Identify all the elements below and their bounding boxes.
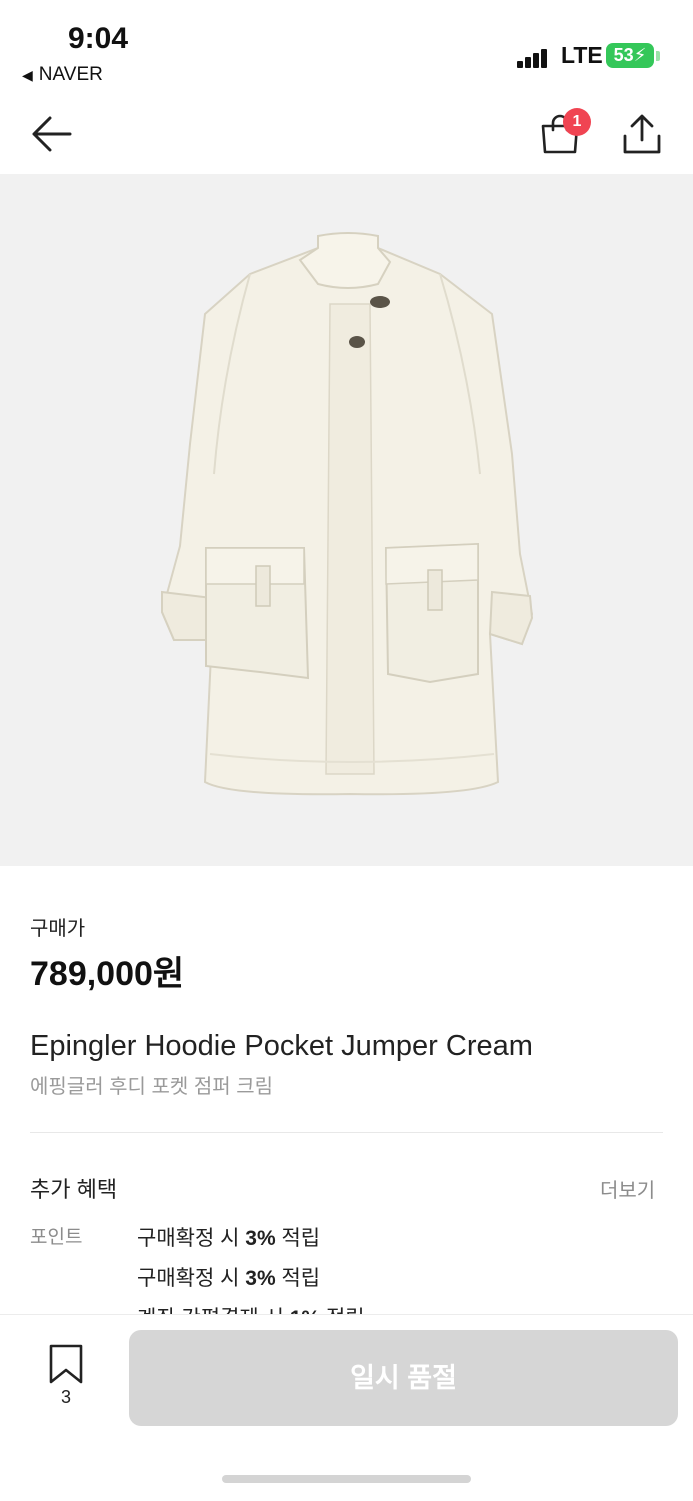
benefit-suffix: 적립 xyxy=(275,1227,321,1250)
benefit-rate: 3% xyxy=(245,1227,276,1250)
status-bar: 9:04 ◀ NAVER LTE 53⚡ xyxy=(0,0,693,100)
back-triangle-icon: ◀ xyxy=(22,67,33,83)
benefit-prefix: 구매확정 시 xyxy=(137,1267,246,1290)
divider xyxy=(30,1132,663,1133)
benefit-item: 구매확정 시 3% 적립 xyxy=(137,1222,320,1252)
battery-level: 53 xyxy=(613,45,634,65)
back-to-app-link[interactable]: ◀ NAVER xyxy=(22,64,103,86)
status-time: 9:04 xyxy=(68,22,129,55)
back-app-label: NAVER xyxy=(38,64,103,85)
share-icon[interactable] xyxy=(620,112,664,156)
bookmark-count: 3 xyxy=(60,1387,71,1407)
sold-out-button[interactable]: 일시 품절 xyxy=(129,1330,678,1426)
signal-icon xyxy=(517,48,549,68)
jumper-illustration xyxy=(160,232,534,796)
back-arrow-icon[interactable] xyxy=(30,112,74,156)
product-image[interactable] xyxy=(0,174,693,866)
more-link[interactable]: 더보기 xyxy=(600,1174,655,1203)
price-label: 구매가 xyxy=(30,918,86,940)
battery-icon: 53⚡ xyxy=(606,43,654,68)
battery-cap xyxy=(656,51,660,61)
benefit-suffix: 적립 xyxy=(275,1267,321,1290)
product-name-ko: 에핑글러 후디 포켓 점퍼 크림 xyxy=(30,1076,274,1098)
point-label: 포인트 xyxy=(30,1227,83,1248)
benefit-prefix: 구매확정 시 xyxy=(137,1227,246,1250)
network-label: LTE xyxy=(561,42,603,68)
benefits-title: 추가 혜택 xyxy=(30,1177,118,1202)
benefit-rate: 3% xyxy=(245,1267,276,1290)
product-price: 789,000원 xyxy=(30,955,185,993)
cart-count-badge: 1 xyxy=(563,108,591,136)
home-indicator[interactable] xyxy=(222,1475,471,1483)
product-name-en: Epingler Hoodie Pocket Jumper Cream xyxy=(30,1030,533,1062)
benefit-item: 구매확정 시 3% 적립 xyxy=(137,1262,320,1292)
